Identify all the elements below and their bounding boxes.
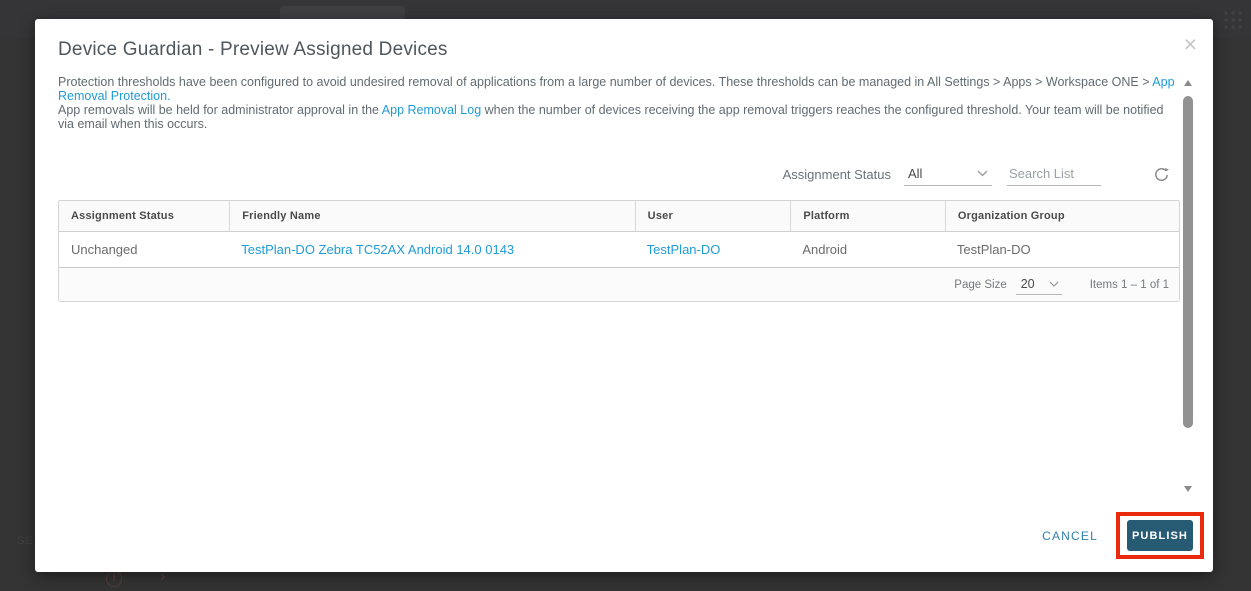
cell-organization-group: TestPlan-DO	[945, 242, 1179, 257]
modal-footer: CANCEL PUBLISH	[1042, 512, 1204, 559]
column-header-assignment-status: Assignment Status	[59, 201, 229, 231]
scroll-down-arrow-icon[interactable]	[1184, 486, 1192, 492]
page-size-label: Page Size	[954, 279, 1006, 291]
info-icon: i	[106, 571, 122, 587]
table-header-row: Assignment Status Friendly Name User Pla…	[59, 201, 1179, 232]
devices-table: Assignment Status Friendly Name User Pla…	[58, 200, 1180, 302]
user-link[interactable]: TestPlan-DO	[647, 242, 721, 257]
close-icon[interactable]: ×	[1184, 33, 1197, 56]
cancel-button[interactable]: CANCEL	[1042, 529, 1098, 543]
publish-button[interactable]: PUBLISH	[1127, 520, 1193, 551]
column-header-organization-group: Organization Group	[945, 201, 1179, 231]
column-header-user: User	[635, 201, 791, 231]
device-friendly-name-link[interactable]: TestPlan-DO Zebra TC52AX Android 14.0 01…	[241, 242, 514, 257]
search-input[interactable]	[1007, 163, 1101, 186]
column-header-platform: Platform	[790, 201, 945, 231]
list-filter-bar: Assignment Status All	[783, 159, 1170, 189]
scrollbar-thumb[interactable]	[1183, 96, 1193, 428]
cell-assignment-status: Unchanged	[59, 242, 229, 257]
preview-assigned-devices-modal: Device Guardian - Preview Assigned Devic…	[35, 19, 1213, 572]
page-size-value: 20	[1021, 277, 1035, 291]
chevron-down-icon	[1049, 281, 1059, 287]
intro-text: Protection thresholds have been configur…	[58, 75, 1182, 131]
pagination-bar: Page Size 20 Items 1 – 1 of 1	[59, 268, 1179, 301]
assignment-status-dropdown-value: All	[908, 166, 922, 181]
modal-title: Device Guardian - Preview Assigned Devic…	[58, 39, 448, 61]
screen: SE i › Device Guardian - Preview Assigne…	[0, 0, 1251, 591]
intro-paragraph-2: App removals will be held for administra…	[58, 103, 1182, 131]
assignment-status-filter-label: Assignment Status	[783, 167, 891, 182]
intro-p1-text: Protection thresholds have been configur…	[58, 75, 1152, 89]
app-grid-icon	[1222, 9, 1244, 36]
refresh-icon[interactable]	[1153, 166, 1170, 183]
cell-platform: Android	[790, 242, 945, 257]
intro-p2-before: App removals will be held for administra…	[58, 103, 382, 117]
column-header-friendly-name: Friendly Name	[229, 201, 634, 231]
assignment-status-dropdown[interactable]: All	[904, 163, 992, 186]
intro-paragraph-1: Protection thresholds have been configur…	[58, 75, 1182, 103]
app-removal-log-link[interactable]: App Removal Log	[382, 103, 481, 117]
chevron-down-icon	[977, 170, 988, 177]
items-count-text: Items 1 – 1 of 1	[1090, 279, 1169, 291]
annotation-highlight-box: PUBLISH	[1116, 512, 1204, 559]
modal-scrollbar	[1182, 80, 1194, 492]
page-size-dropdown[interactable]: 20	[1016, 275, 1062, 295]
dimmed-sidebar-text: SE	[17, 535, 34, 547]
table-row: Unchanged TestPlan-DO Zebra TC52AX Andro…	[59, 232, 1179, 268]
scroll-up-arrow-icon[interactable]	[1184, 80, 1192, 86]
